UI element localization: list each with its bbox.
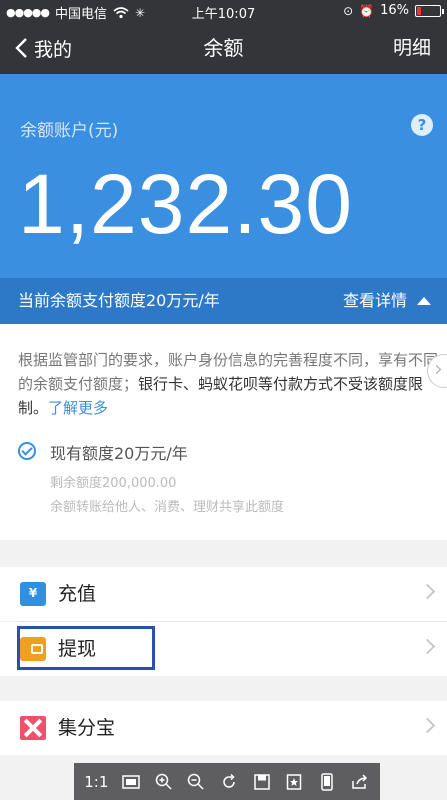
orientation-lock-icon: ⊙ [343,3,354,18]
bookmark-button[interactable] [281,769,307,795]
jifenbao-icon [20,716,46,740]
help-icon[interactable]: ? [411,114,433,136]
remaining-quota: 剩余额度200,000.00 [50,476,177,491]
rotate-button[interactable] [216,769,242,795]
bookmark-star-icon [287,773,302,790]
fit-screen-icon [122,774,140,789]
status-bar: ●●●●● 中国电信 ✳ 上午10:07 ⊙ ⏰ 16% [0,0,447,22]
nav-bar: 我的 余额 明细 [0,22,447,74]
recharge-label: 充值 [58,583,97,605]
current-quota: 现有额度20万元/年 [50,444,188,463]
quota-bar: 当前余额支付额度20万元/年 查看详情 [0,278,447,324]
view-details-button[interactable]: 查看详情 [343,278,431,324]
recharge-item[interactable]: ¥ 充值 [0,567,447,621]
battery-icon [415,4,444,17]
zoom-in-icon [155,773,172,790]
info-panel: 根据监管部门的要求，账户身份信息的完善程度不同，享有不同的余额支付额度；银行卡、… [0,324,447,540]
wallet-recharge-icon: ¥ [20,582,46,606]
quota-note: 余额转账给他人、消费、理财共享此额度 [50,500,285,515]
viewer-toolbar: 1:1 [74,763,380,800]
device-button[interactable] [314,769,340,795]
detail-button[interactable]: 明细 [393,22,431,74]
view-details-label: 查看详情 [342,291,407,310]
chevron-right-icon [419,717,436,734]
alarm-icon: ⏰ [359,3,375,18]
jifenbao-item[interactable]: 集分宝 [0,701,447,755]
balance-card: 余额账户(元) ? 1,232.30 [0,74,447,278]
withdraw-item[interactable]: 提现 [0,622,447,676]
chevron-right-icon [419,583,436,600]
balance-amount: 1,232.30 [18,157,353,251]
share-button[interactable] [347,769,373,795]
balance-label: 余额账户(元) [20,121,119,141]
zoom-out-icon [188,773,204,790]
jifenbao-label: 集分宝 [58,717,116,739]
save-icon [253,773,270,790]
fit-screen-button[interactable] [118,769,144,795]
zoom-in-button[interactable] [151,769,177,795]
zoom-out-button[interactable] [183,769,209,795]
quota-text: 当前余额支付额度20万元/年 [18,291,220,310]
actual-size-button[interactable]: 1:1 [81,769,111,795]
learn-more-link[interactable]: 了解更多 [48,399,108,417]
save-button[interactable] [249,769,275,795]
chevron-right-icon [419,638,436,655]
withdraw-label: 提现 [58,638,97,660]
share-icon [351,773,367,789]
battery-percent: 16% [380,3,409,18]
check-circle-icon [18,442,36,460]
info-text: 根据监管部门的要求，账户身份信息的完善程度不同，享有不同的余额支付额度；银行卡、… [18,348,438,420]
phone-icon [321,772,333,791]
rotate-icon [223,773,235,788]
page-title: 余额 [203,36,244,60]
triangle-up-icon [417,297,431,305]
wallet-withdraw-icon [20,637,46,661]
